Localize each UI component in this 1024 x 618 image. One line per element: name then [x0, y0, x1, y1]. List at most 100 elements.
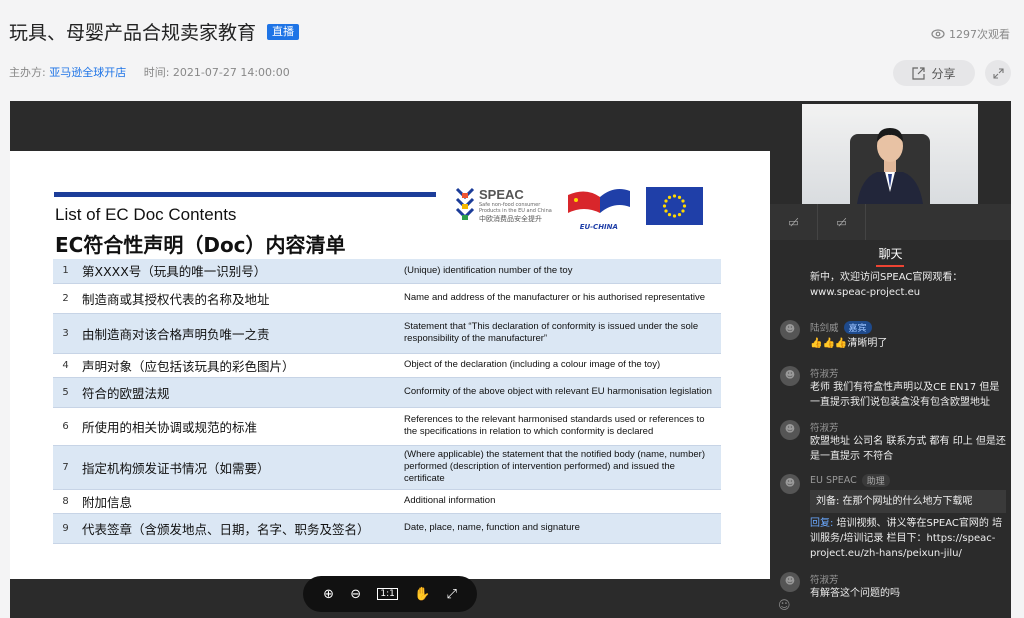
- row-cn: 声明对象（应包括该玩具的彩色图片）: [82, 358, 295, 374]
- chat-input-bar[interactable]: ☺: [770, 598, 1011, 618]
- row-n: 6: [62, 420, 69, 432]
- speac-sub3: 中欧消费品安全提升: [479, 215, 542, 223]
- row-en: Date, place, name, function and signatur…: [404, 522, 580, 533]
- row-n: 7: [62, 461, 69, 473]
- user-avatar-icon: ☻: [780, 474, 800, 494]
- row-n: 5: [62, 386, 69, 398]
- fullscreen-icon[interactable]: ⤢: [446, 587, 456, 602]
- row-cn: 附加信息: [82, 494, 133, 510]
- chat-user-name: 符淑芳: [810, 575, 839, 586]
- chat-text: 培训视频、讲义等在SPEAC官网的 培训服务/培训记录 栏目下：https://…: [810, 518, 1003, 559]
- row-en: Object of the declaration (including a c…: [404, 359, 661, 370]
- share-button[interactable]: 分享: [893, 60, 975, 86]
- presentation-stage: List of EC Doc Contents EC符合性声明（Doc）内容清单…: [10, 101, 770, 618]
- camera-off-icon[interactable]: ▭̸: [770, 204, 818, 240]
- row-en: (Where applicable) the statement that th…: [404, 449, 705, 484]
- chat-quote: 刘备: 在那个网址的什么地方下载呢: [810, 490, 1006, 513]
- speac-name: SPEAC: [479, 187, 524, 202]
- eu-china-label: EU-CHINA: [579, 223, 618, 231]
- chat-list[interactable]: 新中，欢迎访问SPEAC官网观看：www.speac-project.eu ☻ …: [770, 268, 1011, 598]
- tab-chat[interactable]: 聊天: [770, 240, 1011, 268]
- event-meta: 主办方: 亚马逊全球开店 时间: 2021-07-27 14:00:00: [9, 64, 290, 80]
- table-row: 5 符合的欧盟法规 Conformity of the above object w…: [53, 377, 721, 407]
- reply-label: 回复:: [810, 518, 834, 529]
- row-en: References to the relevant harmonised st…: [404, 414, 705, 437]
- chat-user-name: EU SPEAC: [810, 475, 857, 486]
- row-en: Additional information: [404, 495, 496, 506]
- host-label: 主办方:: [9, 66, 46, 79]
- role-tag: 嘉宾: [843, 320, 872, 334]
- chat-reply: 回复: 培训视频、讲义等在SPEAC官网的 培训服务/培训记录 栏目下：http…: [810, 516, 1006, 561]
- time-value: 2021-07-27 14:00:00: [172, 66, 290, 79]
- participant-tiles: ▭̸ ▭̸: [770, 204, 1011, 240]
- row-cn: 第XXXX号（玩具的唯一识别号）: [82, 264, 267, 280]
- speaker-avatar-icon: [857, 128, 923, 204]
- role-tag: 助理: [861, 474, 890, 487]
- row-n: 8: [62, 495, 69, 507]
- eu-flag-icon: [645, 187, 703, 225]
- row-en: (Unique) identification number of the to…: [404, 264, 573, 276]
- row-n: 9: [62, 522, 69, 534]
- slide-title-en: List of EC Doc Contents: [55, 205, 237, 224]
- eye-icon: [931, 29, 945, 39]
- event-title: 玩具、母婴产品合规卖家教育: [9, 22, 257, 44]
- expand-icon: [992, 67, 1004, 79]
- zoom-out-icon[interactable]: ⊖: [350, 587, 361, 602]
- slide: List of EC Doc Contents EC符合性声明（Doc）内容清单…: [10, 151, 770, 579]
- row-n: 2: [62, 292, 69, 304]
- actual-size-icon[interactable]: 1:1: [377, 588, 398, 600]
- speaker-video: [802, 104, 978, 204]
- camera-off-icon[interactable]: ▭̸: [818, 204, 866, 240]
- row-n: 1: [62, 265, 69, 277]
- user-avatar-icon: ☻: [780, 420, 800, 440]
- chat-reply-body: 刘备: 在那个网址的什么地方下载呢 回复: 培训视频、讲义等在SPEAC官网的 …: [810, 490, 1006, 561]
- speac-logo: SPEAC Safe non-food consumer Products in…: [455, 187, 552, 225]
- share-icon: [912, 66, 926, 80]
- row-cn: 指定机构颁发证书情况（如需要）: [82, 460, 270, 476]
- chat-text: 欧盟地址 公司名 联系方式 都有 印上 但是还是一直提示 不符合: [810, 436, 1006, 462]
- slide-accent-bar: [54, 192, 436, 197]
- views-text: 1297次观看: [949, 28, 1010, 41]
- zoom-in-icon[interactable]: ⊕: [323, 587, 334, 602]
- row-en: Conformity of the above object with rele…: [404, 386, 712, 397]
- row-n: 4: [62, 359, 69, 371]
- row-n: 3: [62, 327, 69, 339]
- viewer-controls: ⊕ ⊖ 1:1 ✋ ⤢: [303, 576, 477, 612]
- doc-contents-table: 1 第XXXX号（玩具的唯一识别号） (Unique) identification…: [53, 259, 721, 544]
- table-row: 7 指定机构颁发证书情况（如需要） (Where applicable) the s…: [53, 445, 721, 489]
- host-link[interactable]: 亚马逊全球开店: [49, 66, 126, 79]
- chat-text: 有解答这个问题的吗: [810, 588, 900, 598]
- row-en: Name and address of the manufacturer or …: [404, 292, 705, 303]
- table-row: 4 声明对象（应包括该玩具的彩色图片） Object of the declarat…: [53, 353, 721, 377]
- expand-button[interactable]: [985, 60, 1011, 86]
- chat-user-name: 符淑芳: [810, 369, 839, 380]
- table-row: 1 第XXXX号（玩具的唯一识别号） (Unique) identification…: [53, 259, 721, 283]
- hand-icon[interactable]: ✋: [414, 587, 430, 602]
- share-label: 分享: [931, 66, 956, 81]
- time-label: 时间:: [143, 66, 170, 79]
- row-cn: 所使用的相关协调或规范的标准: [82, 419, 258, 435]
- eu-china-flags-icon: [567, 189, 630, 213]
- view-count: 1297次观看: [931, 26, 1010, 42]
- emoji-icon[interactable]: ☺: [778, 598, 791, 612]
- eu-china-logo: EU-CHINA: [566, 183, 632, 231]
- table-row: 8 附加信息 Additional information: [53, 489, 721, 513]
- slide-logos: SPEAC Safe non-food consumer Products in…: [455, 183, 703, 231]
- slide-title-cn: EC符合性声明（Doc）内容清单: [55, 233, 346, 257]
- chat-text: 老师 我们有符盒性声明以及CE EN17 但是一直提示我们说包装盒没有包含欧盟地…: [810, 382, 1000, 408]
- speac-mark-icon: [455, 187, 475, 220]
- table-row: 3 由制造商对该合格声明负唯一之责 Statement that “This dec…: [53, 313, 721, 353]
- table-row: 6 所使用的相关协调或规范的标准 References to the relevan…: [53, 407, 721, 445]
- chat-text: 新中，欢迎访问SPEAC官网观看：www.speac-project.eu: [810, 272, 963, 298]
- live-badge: 直播: [267, 23, 300, 40]
- row-cn: 由制造商对该合格声明负唯一之责: [82, 326, 270, 342]
- user-avatar-icon: ☻: [780, 572, 800, 592]
- chat-user-name: 陆剑威: [810, 323, 839, 334]
- header: 玩具、母婴产品合规卖家教育 直播 1297次观看 主办方: 亚马逊全球开店 时间…: [0, 0, 1024, 100]
- user-avatar-icon: ☻: [780, 320, 800, 340]
- user-avatar-icon: ☻: [780, 366, 800, 386]
- row-cn: 代表签章（含颁发地点、日期，名字、职务及签名）: [82, 521, 370, 537]
- table-row: 9 代表签章（含颁发地点、日期，名字、职务及签名） Date, place, nam…: [53, 513, 721, 543]
- chat-text: 👍👍👍清晰明了: [810, 338, 888, 349]
- row-cn: 符合的欧盟法规: [82, 385, 170, 401]
